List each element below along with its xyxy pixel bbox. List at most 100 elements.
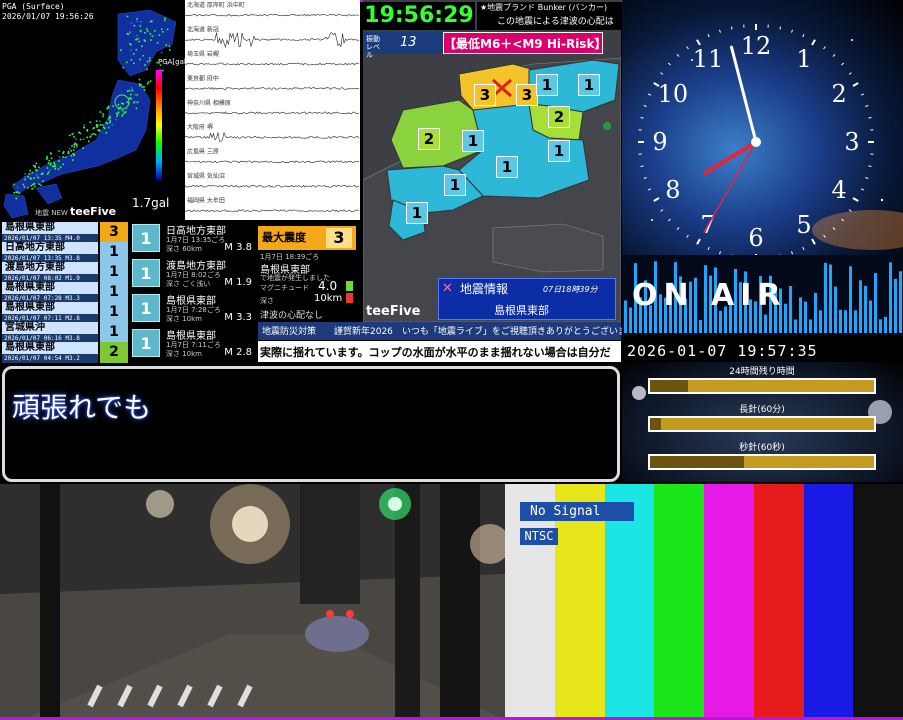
station-dot [54, 163, 56, 166]
station-dot [35, 162, 38, 165]
station-dot [68, 134, 71, 137]
eq-intensity-badge: 1 [100, 282, 128, 303]
station-dot [136, 34, 138, 37]
station-dot [161, 28, 163, 30]
clock-tick [791, 29, 793, 33]
station-dot [13, 191, 15, 194]
ticker-greeting: 謹賀新年2026 いつも「地震ライブ」をご視聴頂きありがとうございます! [334, 327, 640, 337]
station-dot [141, 45, 143, 47]
map-intensity-badge: 2 [418, 128, 440, 150]
station-dot [69, 147, 71, 150]
station-dot [67, 152, 70, 155]
station-dot [58, 156, 61, 158]
station-dot [129, 43, 131, 45]
station-dot [71, 133, 73, 135]
clock-tick [707, 33, 710, 38]
station-dot [133, 24, 136, 27]
station-dot [122, 103, 125, 105]
map-intensity-badge: 1 [406, 202, 428, 224]
station-dot [126, 32, 129, 35]
clock-tick [667, 62, 671, 66]
station-dot [125, 108, 128, 110]
station-dot [130, 93, 132, 96]
hokkaido-shape [117, 9, 177, 77]
station-dot [116, 115, 118, 117]
station-dot [82, 147, 84, 149]
station-dot [73, 136, 75, 138]
tsunami-footer: 津波の心配なし [260, 311, 324, 321]
station-dot [168, 49, 171, 51]
eq-intensity-badge: 1 [100, 242, 128, 263]
clock-tick [848, 209, 852, 212]
clock-tick [647, 93, 652, 96]
station-dot [29, 169, 31, 172]
color-bar [704, 484, 755, 720]
station-dot [111, 124, 114, 126]
station-dot [140, 21, 142, 23]
station-dot [136, 94, 139, 96]
station-dot [128, 89, 131, 92]
equalizer-bar [874, 273, 877, 333]
seismic-trace [185, 87, 359, 90]
timer-progress-fill [650, 418, 662, 430]
depth-label: 深さ [260, 297, 274, 305]
station-dot [126, 90, 129, 92]
station-dot [136, 18, 138, 20]
station-dot [23, 185, 26, 188]
station-dot [13, 183, 15, 186]
earthquake-history-item: 日高地方東部 2026/01/07 13:35 M3.8 1 [2, 242, 128, 264]
station-dot [93, 133, 95, 135]
station-dot [121, 115, 123, 117]
station-dot [121, 109, 124, 112]
station-dot [73, 146, 76, 148]
station-dot [50, 152, 52, 155]
ntsc-label: NTSC [520, 528, 558, 545]
station-dot [144, 32, 146, 34]
clock-tick [802, 33, 805, 38]
equalizer-bar [819, 310, 822, 333]
map-new-label: 地震 NEW [35, 209, 68, 217]
eq-time-magnitude: 2026/01/07 04:54 M3.2 [2, 354, 98, 363]
station-dot [138, 78, 141, 81]
depth-color-indicator [346, 293, 353, 303]
equalizer-bar [879, 319, 882, 333]
station-dot [138, 40, 141, 43]
map-intensity-badge: 1 [444, 174, 466, 196]
station-dot [134, 93, 136, 96]
clock-tick [719, 251, 721, 255]
station-dot [23, 176, 26, 178]
station-dot [51, 165, 54, 168]
clock-tick [802, 246, 805, 251]
earthquake-history-item: 島根県東部 2026/01/07 04:54 M3.2 2 [2, 342, 128, 364]
equalizer-bar [894, 278, 897, 333]
bunker-title: ★地震ブランド Bunker (バンカー) [477, 2, 621, 14]
clock-tick [791, 251, 793, 255]
station-label: 広島県 三原 [187, 148, 219, 156]
color-bar [654, 484, 705, 720]
earthquake-history-item: 島根県東部 2026/01/07 07:11 M2.8 1 [2, 302, 128, 324]
no-signal-label: No Signal [520, 502, 634, 521]
station-dot [99, 120, 101, 123]
clock-numeral: 8 [665, 176, 680, 204]
station-dot [54, 165, 57, 168]
seismic-trace [185, 209, 360, 213]
station-dot [109, 120, 111, 122]
station-dot [143, 86, 145, 88]
digital-clock: 19:56:29 [363, 2, 475, 30]
equalizer-bar [764, 314, 767, 333]
station-dot [126, 101, 128, 103]
equalizer-bar [809, 319, 812, 333]
station-dot [151, 35, 154, 37]
station-dot [138, 84, 141, 87]
earthquake-history-item: 島根県東部 2026/01/07 07:28 M3.3 1 [2, 282, 128, 304]
station-dot [109, 117, 111, 119]
equalizer-bar [699, 319, 702, 333]
clock-numeral: 11 [693, 45, 724, 73]
station-dot [135, 38, 138, 41]
earthquake-detail-item: 1 島根県東部 1月7日 7:11ごろ 深さ 10km M 2.8 [132, 327, 256, 361]
station-dot [143, 39, 146, 41]
detail-intensity-badge: 1 [132, 294, 160, 322]
station-dot [160, 51, 163, 54]
station-dot [117, 103, 120, 106]
clock-tick [852, 82, 859, 87]
